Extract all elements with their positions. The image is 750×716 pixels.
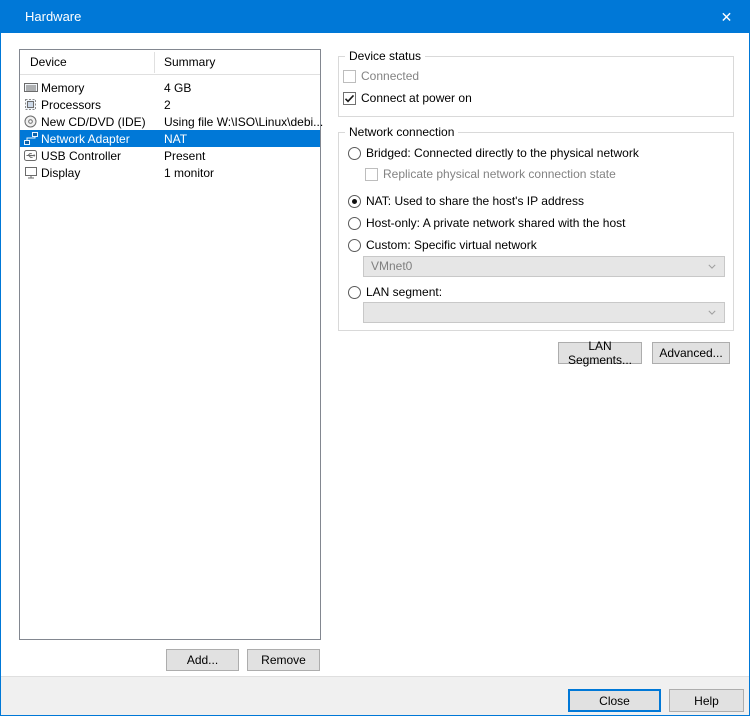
radio-label: Host-only: A private network shared with… [366,216,625,230]
device-list: Device Summary Memory 4 GB Processors 2 [19,49,321,640]
add-button[interactable]: Add... [166,649,239,671]
device-status-title: Device status [345,49,425,63]
device-name: New CD/DVD (IDE) [41,115,146,129]
lan-segments-button[interactable]: LAN Segments... [558,342,642,364]
custom-radio[interactable]: Custom: Specific virtual network [348,238,537,252]
device-name: USB Controller [41,149,121,163]
chevron-down-icon [708,264,716,269]
radio-label: Custom: Specific virtual network [366,238,537,252]
device-list-header: Device Summary [20,50,320,75]
checkbox-label: Connected [361,69,419,83]
device-summary: 1 monitor [164,166,214,180]
column-separator [154,52,155,73]
connect-at-power-on-checkbox[interactable]: Connect at power on [343,91,472,105]
lan-segment-radio[interactable]: LAN segment: [348,285,442,299]
chevron-down-icon [708,310,716,315]
help-button[interactable]: Help [669,689,744,712]
column-header-summary: Summary [164,55,215,69]
device-row-display[interactable]: Display 1 monitor [20,164,320,181]
radio-label: NAT: Used to share the host's IP address [366,194,584,208]
bridged-radio[interactable]: Bridged: Connected directly to the physi… [348,146,639,160]
device-row-network-adapter[interactable]: Network Adapter NAT [20,130,320,147]
device-row-memory[interactable]: Memory 4 GB [20,79,320,96]
checkbox-box [343,70,356,83]
network-adapter-icon [23,132,38,145]
close-button[interactable]: Close [568,689,661,712]
network-connection-title: Network connection [345,125,458,139]
hardware-dialog: Hardware ✕ Device Summary Memory 4 GB Pr… [0,0,750,716]
device-name: Network Adapter [41,132,130,146]
device-row-cd-dvd[interactable]: New CD/DVD (IDE) Using file W:\ISO\Linux… [20,113,320,130]
checkbox-label: Connect at power on [361,91,472,105]
custom-network-dropdown[interactable]: VMnet0 [363,256,725,277]
device-name: Display [41,166,80,180]
device-status-group: Device status Connected Connect at power… [338,56,734,117]
device-summary: 4 GB [164,81,191,95]
radio-label: LAN segment: [366,285,442,299]
checkbox-box [365,168,378,181]
display-icon [23,166,38,179]
checkbox-label: Replicate physical network connection st… [383,167,616,181]
processor-icon [23,98,38,111]
dropdown-value: VMnet0 [371,259,412,273]
replicate-checkbox[interactable]: Replicate physical network connection st… [365,167,616,181]
nat-radio[interactable]: NAT: Used to share the host's IP address [348,194,584,208]
device-name: Memory [41,81,84,95]
device-rows: Memory 4 GB Processors 2 New CD/DVD (IDE… [20,79,320,181]
radio-circle [348,195,361,208]
device-name: Processors [41,98,101,112]
remove-button[interactable]: Remove [247,649,320,671]
radio-circle [348,217,361,230]
cd-dvd-icon [23,115,38,128]
radio-label: Bridged: Connected directly to the physi… [366,146,639,160]
device-summary: NAT [164,132,187,146]
radio-circle [348,239,361,252]
radio-circle [348,286,361,299]
network-connection-group: Network connection Bridged: Connected di… [338,132,734,331]
usb-icon [23,149,38,162]
close-icon[interactable]: ✕ [704,1,749,33]
device-row-usb-controller[interactable]: USB Controller Present [20,147,320,164]
host-only-radio[interactable]: Host-only: A private network shared with… [348,216,625,230]
device-row-processors[interactable]: Processors 2 [20,96,320,113]
column-header-device: Device [30,55,67,69]
checkbox-box [343,92,356,105]
connected-checkbox[interactable]: Connected [343,69,419,83]
radio-circle [348,147,361,160]
lan-segment-dropdown[interactable] [363,302,725,323]
checkmark-icon [344,93,355,104]
device-summary: Present [164,149,205,163]
device-summary: 2 [164,98,171,112]
dialog-title: Hardware [25,1,81,33]
memory-icon [23,81,38,94]
device-summary: Using file W:\ISO\Linux\debi... [164,115,323,129]
titlebar: Hardware ✕ [1,1,749,33]
advanced-button[interactable]: Advanced... [652,342,730,364]
